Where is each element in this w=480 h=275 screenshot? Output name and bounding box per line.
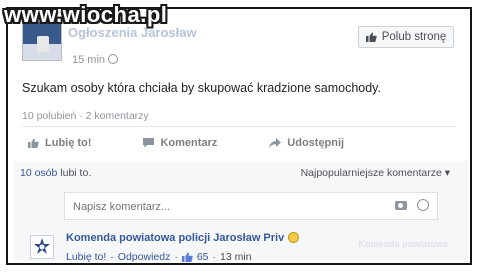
facebook-post-card: Ogłoszenia Jarosław 15 min Polub stronę … — [6, 7, 472, 265]
share-label: Udostępnij — [287, 137, 345, 149]
comment-label: Komentarz — [160, 137, 218, 149]
police-star-icon — [34, 238, 50, 254]
thumbs-up-icon — [365, 32, 377, 42]
faded-overlay-text: Komenda powiatowa — [358, 239, 448, 249]
likers-summary: 10 osób lubi to. — [20, 167, 91, 179]
comment-author[interactable]: Komenda powiatowa policji Jarosław Priv — [66, 232, 300, 244]
separator-dot: · — [212, 251, 217, 263]
camera-icon[interactable] — [395, 201, 407, 210]
like-label: Lubię to! — [45, 137, 92, 149]
post-actions: Lubię to! Komentarz Udostępnij — [28, 137, 448, 149]
post-stats[interactable]: 10 polubień · 2 komentarzy — [22, 110, 149, 122]
site-watermark: www.wiocha.pl — [4, 2, 168, 27]
smile-emoji-icon — [288, 232, 300, 243]
comment-like-link[interactable]: Lubię to! — [66, 251, 106, 263]
likers-link[interactable]: 10 osób — [20, 167, 57, 179]
commenter-avatar[interactable] — [30, 235, 54, 259]
post-time-text: 15 min — [72, 54, 106, 66]
comment-like-count[interactable]: 65 — [197, 251, 209, 263]
comment-input[interactable] — [71, 200, 355, 214]
comment-author-name: Komenda powiatowa policji Jarosław Priv — [66, 232, 285, 244]
comment-meta: Lubię to! · Odpowiedz · 65 · 13 min — [66, 251, 252, 263]
divider — [22, 126, 456, 127]
post-text: Szukam osoby która chciała by skupować k… — [22, 81, 381, 95]
comment-button[interactable]: Komentarz — [143, 137, 217, 149]
comment-input-box[interactable] — [64, 192, 438, 220]
thumbs-up-icon — [181, 252, 193, 262]
comment-icon — [143, 138, 155, 148]
likers-suffix: lubi to. — [60, 167, 92, 179]
like-button[interactable]: Lubię to! — [28, 137, 91, 149]
emoji-icon[interactable] — [417, 199, 429, 211]
like-page-label: Polub stronę — [381, 31, 447, 43]
separator-dot: · — [174, 251, 178, 263]
thumbs-up-icon — [28, 138, 39, 148]
separator-dot: · — [110, 251, 114, 263]
comment-reply-link[interactable]: Odpowiedz — [118, 251, 171, 263]
sort-comments-dropdown[interactable]: Najpopularniejsze komentarze ▾ — [301, 167, 450, 179]
post-timestamp[interactable]: 15 min — [72, 54, 119, 66]
globe-icon — [108, 54, 119, 64]
comment-time[interactable]: 13 min — [220, 251, 252, 263]
share-button[interactable]: Udostępnij — [269, 137, 344, 149]
share-icon — [269, 138, 282, 148]
like-page-button[interactable]: Polub stronę — [358, 26, 454, 48]
